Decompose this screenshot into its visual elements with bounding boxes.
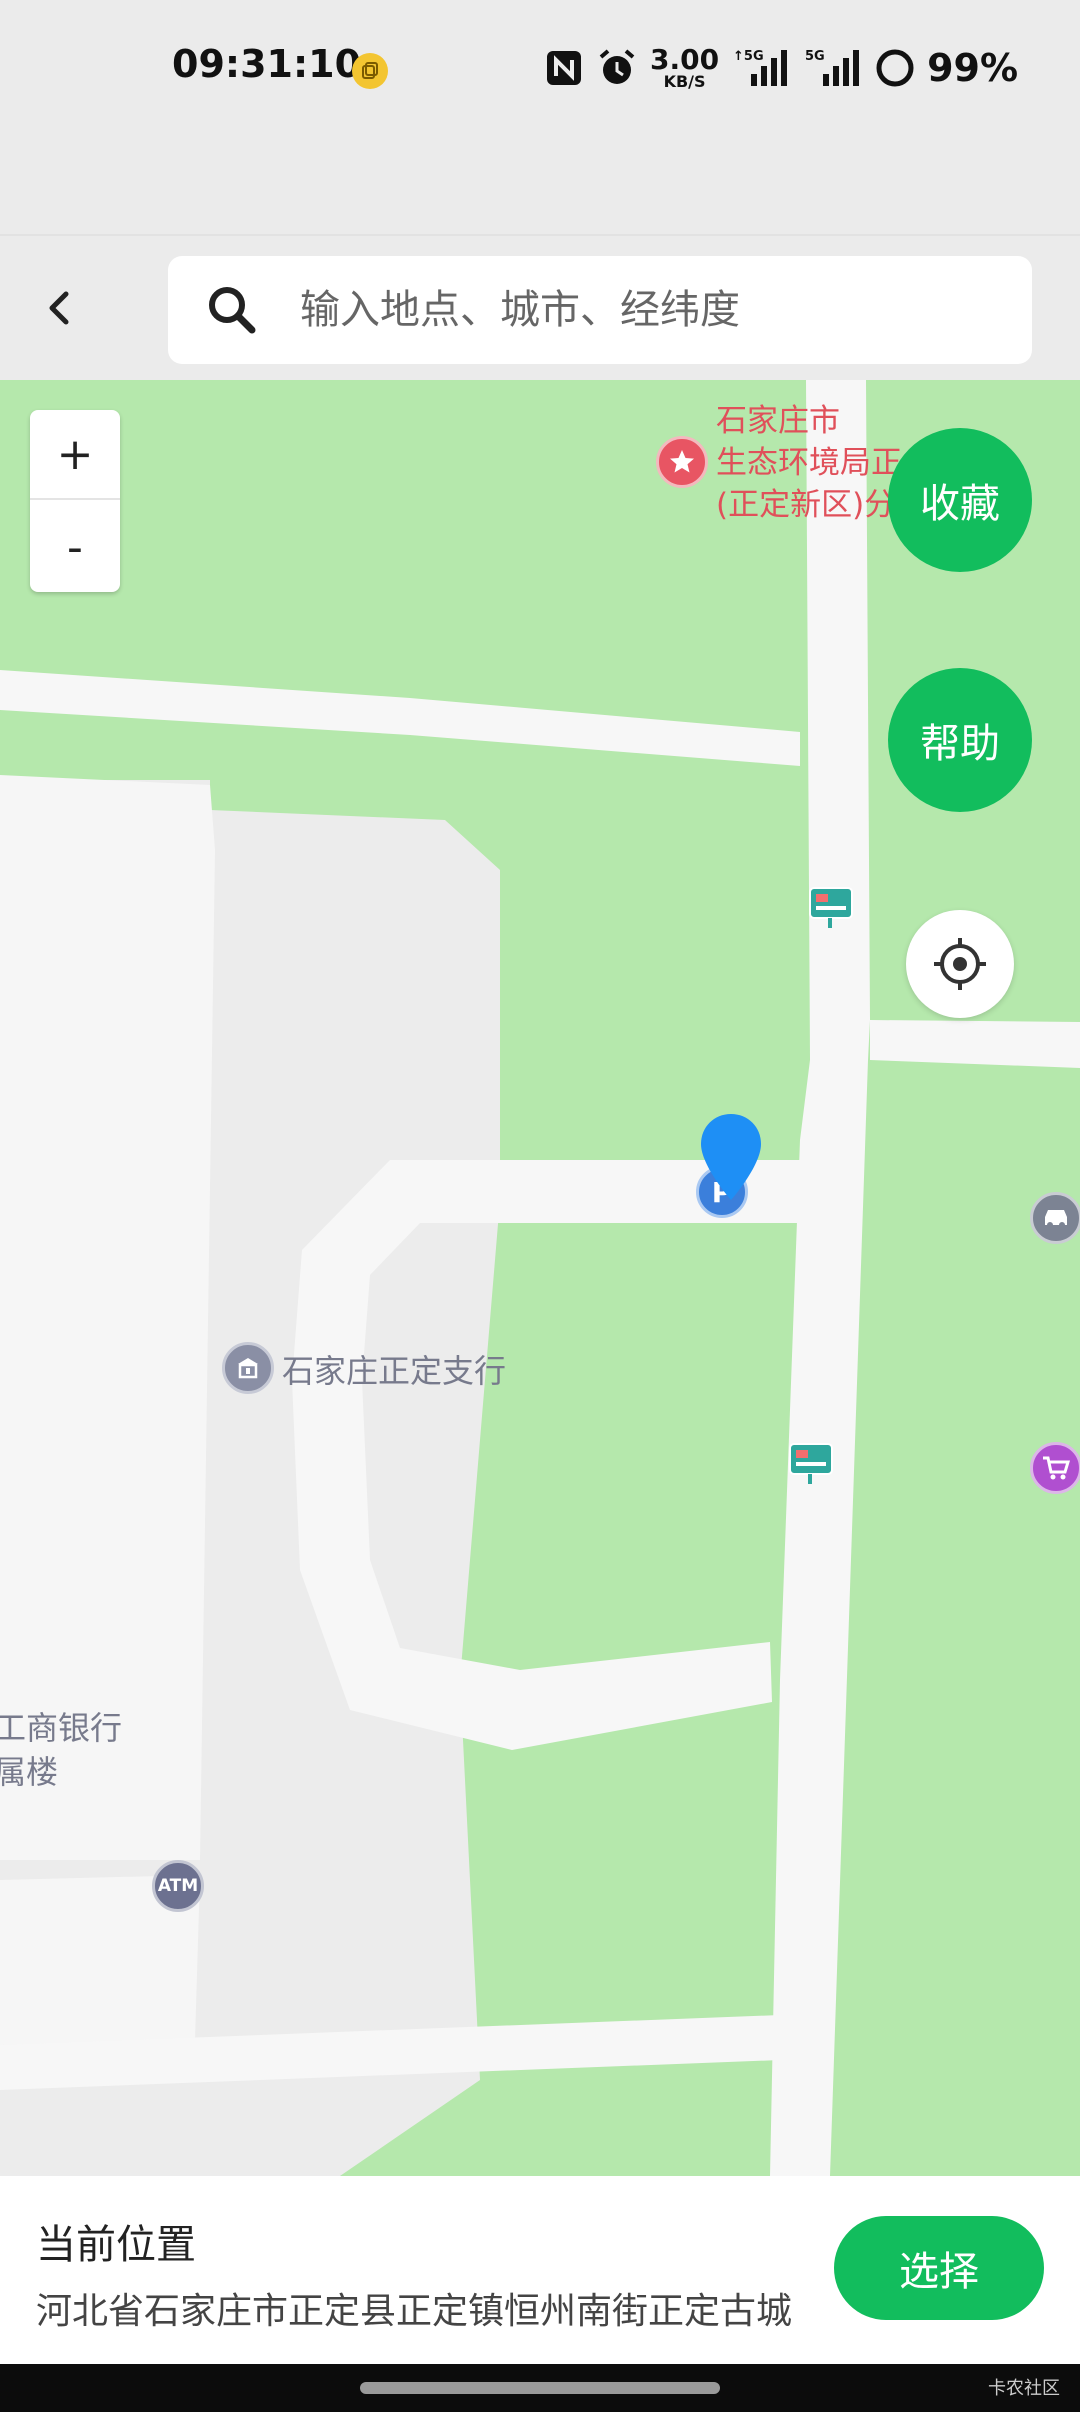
help-button[interactable]: 帮助 xyxy=(888,668,1032,812)
poi-label-line: 工商银行 xyxy=(0,1709,123,1747)
status-icons: 3.00 KB/S ↑5G 5G 99% xyxy=(544,44,1018,92)
bank-icon[interactable] xyxy=(222,1342,274,1394)
status-bar: 09:31:10 3.00 KB/S ↑5G 5G 99% xyxy=(0,0,1080,140)
network-speed: 3.00 KB/S xyxy=(650,46,719,90)
back-icon[interactable] xyxy=(36,284,84,332)
map-view[interactable]: 石家庄市 生态环境局正 (正定新区)分 P 石家庄正定支行 工商银行 属楼 AT… xyxy=(0,380,1080,2176)
notification-badge-icon xyxy=(352,53,388,89)
locate-button[interactable] xyxy=(906,910,1014,1018)
poi-label-line: 属楼 xyxy=(0,1753,59,1791)
favorite-button[interactable]: 收藏 xyxy=(888,428,1032,572)
signal-icon: ↑5G xyxy=(733,49,788,86)
location-pin-icon xyxy=(701,1114,761,1200)
search-header xyxy=(0,234,1080,380)
nfc-icon xyxy=(547,51,581,85)
zoom-out-button[interactable]: - xyxy=(30,502,120,592)
car-icon[interactable] xyxy=(1030,1192,1080,1244)
poi-label[interactable]: 工商银行 属楼 xyxy=(0,1706,122,1794)
poi-label-line: (正定新区)分 xyxy=(716,487,896,523)
current-location-title: 当前位置 xyxy=(36,2222,196,2268)
bus-stop-icon[interactable] xyxy=(788,1442,834,1486)
poi-label[interactable]: 石家庄正定支行 xyxy=(282,1346,506,1392)
bus-stop-icon[interactable] xyxy=(808,886,854,930)
shopping-cart-icon[interactable] xyxy=(1030,1442,1080,1494)
svg-text:5G: 5G xyxy=(805,49,825,64)
zoom-in-button[interactable]: + xyxy=(30,410,120,500)
alarm-icon xyxy=(599,49,635,84)
locate-icon xyxy=(934,938,986,990)
search-input[interactable] xyxy=(300,256,1000,364)
current-location-address: 河北省石家庄市正定县正定镇恒州南街正定古城 xyxy=(36,2291,793,2332)
search-box[interactable] xyxy=(168,256,1032,364)
search-icon xyxy=(209,287,256,334)
poi-label-line: 生态环境局正 xyxy=(716,445,902,481)
watermark: 卡农社区 xyxy=(988,2378,1060,2399)
atm-icon[interactable]: ATM xyxy=(152,1860,204,1912)
network-speed-value: 3.00 xyxy=(650,43,720,76)
zoom-control: + - xyxy=(30,410,120,592)
poi-label[interactable]: 石家庄市 生态环境局正 (正定新区)分 xyxy=(716,400,902,526)
svg-text:↑5G: ↑5G xyxy=(733,49,764,64)
select-button[interactable]: 选择 xyxy=(834,2216,1044,2320)
battery-ring-icon xyxy=(876,49,914,87)
battery-percent: 99% xyxy=(927,46,1019,90)
current-location-panel: 当前位置 河北省石家庄市正定县正定镇恒州南街正定古城 选择 xyxy=(0,2176,1080,2364)
home-indicator[interactable] xyxy=(360,2382,720,2394)
status-time: 09:31:10 xyxy=(172,42,362,86)
atm-label: ATM xyxy=(157,1876,199,1896)
poi-label-line: 石家庄市 xyxy=(716,403,840,439)
signal-icon: 5G xyxy=(805,49,860,86)
network-speed-unit: KB/S xyxy=(663,72,706,91)
star-icon[interactable] xyxy=(656,436,708,488)
system-nav-bar: 卡农社区 xyxy=(0,2364,1080,2412)
